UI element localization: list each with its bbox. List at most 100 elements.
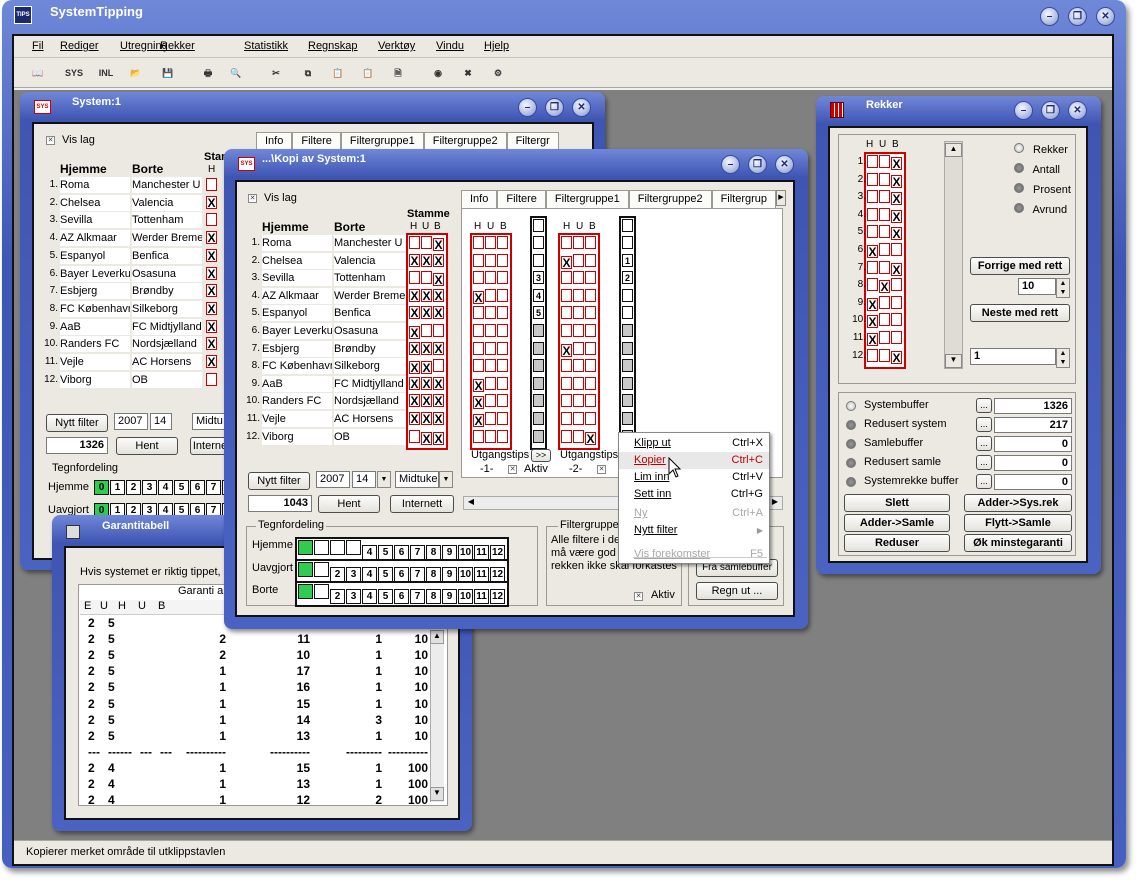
kopi-close-button[interactable]: ✕ bbox=[775, 155, 794, 174]
utg1-box[interactable] bbox=[497, 341, 508, 355]
home-team[interactable]: FC København bbox=[60, 300, 130, 317]
away-team[interactable]: Tottenham bbox=[334, 270, 406, 287]
week-field[interactable]: 14 bbox=[150, 413, 172, 430]
s1-hjemme-num-1[interactable]: 1 bbox=[110, 480, 125, 495]
away-team[interactable]: Tottenham bbox=[132, 212, 202, 229]
utg2-box[interactable] bbox=[585, 288, 596, 302]
utg1-box[interactable]: X bbox=[473, 396, 484, 410]
utg2-box[interactable] bbox=[573, 411, 584, 425]
garanti-scrollbar[interactable] bbox=[430, 630, 444, 802]
utg2-box[interactable] bbox=[573, 236, 584, 249]
kopi-tab-4[interactable]: Filtergrup bbox=[711, 190, 777, 208]
rekker-box[interactable] bbox=[867, 260, 878, 274]
stamme-box[interactable] bbox=[409, 236, 420, 249]
paste-special-icon[interactable]: 📋 bbox=[358, 64, 378, 82]
k-uavgjort-num-7[interactable]: 7 bbox=[410, 567, 425, 582]
print-preview-icon[interactable]: 🔍 bbox=[226, 64, 246, 82]
utg1-box[interactable] bbox=[473, 323, 484, 337]
stamme-box[interactable]: X bbox=[421, 361, 432, 375]
midtuke-dropdown-icon[interactable]: ▼ bbox=[439, 471, 453, 488]
k-borte-num-9[interactable]: 9 bbox=[442, 589, 457, 604]
utg1-box[interactable] bbox=[497, 236, 508, 249]
stamme-box[interactable]: X bbox=[409, 394, 420, 408]
week-dropdown-icon[interactable]: ▼ bbox=[377, 471, 391, 488]
system1-tab-3[interactable]: Filtergruppe2 bbox=[423, 132, 507, 150]
utg2-box[interactable] bbox=[573, 376, 584, 390]
delete-icon[interactable]: ✖ bbox=[458, 64, 478, 82]
k-hjemme-num-12[interactable]: 12 bbox=[490, 545, 505, 560]
rekker-box[interactable]: X bbox=[891, 209, 902, 223]
rekker-box[interactable] bbox=[879, 260, 890, 274]
utg2-box[interactable] bbox=[561, 359, 572, 373]
stamme-box[interactable] bbox=[421, 271, 432, 285]
s1-hjemme-num-7[interactable]: 7 bbox=[206, 480, 221, 495]
ctx-klipp-ut[interactable]: Klipp ut Ctrl+X bbox=[619, 435, 769, 452]
rekker-box[interactable] bbox=[879, 313, 890, 327]
stamme-box[interactable]: X bbox=[409, 288, 420, 302]
k-borte-num-3[interactable]: 3 bbox=[346, 589, 361, 604]
k-uavgjort-num-6[interactable]: 6 bbox=[394, 567, 409, 582]
ctx-sett-inn[interactable]: Sett inn Ctrl+G bbox=[619, 486, 769, 503]
away-team[interactable]: AC Horsens bbox=[132, 354, 202, 370]
utg1-box[interactable] bbox=[485, 288, 496, 302]
rekker-btn-0[interactable]: Slett bbox=[844, 494, 950, 512]
utg1-box[interactable] bbox=[485, 236, 496, 249]
stamme-box[interactable]: X bbox=[433, 288, 444, 302]
kopi-restore-button[interactable]: ❐ bbox=[748, 155, 767, 174]
rekker-btn-1[interactable]: Adder->Sys.rek bbox=[964, 494, 1072, 512]
stamme-box[interactable] bbox=[433, 359, 444, 373]
radio-dot[interactable] bbox=[1014, 143, 1024, 153]
stamme-box[interactable]: X bbox=[409, 411, 420, 425]
utg1-box[interactable] bbox=[485, 429, 496, 443]
home-team[interactable]: Chelsea bbox=[60, 194, 130, 211]
utg2-box[interactable] bbox=[561, 323, 572, 337]
utg2-box[interactable] bbox=[561, 429, 572, 443]
k-borte-num-10[interactable]: 10 bbox=[458, 589, 473, 604]
stamme-h-box[interactable] bbox=[206, 213, 217, 227]
utg2-box[interactable] bbox=[573, 394, 584, 408]
kopi-midtuke-field[interactable]: Midtuke bbox=[395, 471, 439, 488]
stamme-h-box[interactable] bbox=[206, 372, 217, 386]
k-uavgjort-num-8[interactable]: 8 bbox=[426, 567, 441, 582]
home-team[interactable]: Vejle bbox=[60, 354, 130, 370]
away-team[interactable]: Manchester U bbox=[132, 177, 202, 193]
k-hjemme-num-4[interactable]: 4 bbox=[362, 545, 377, 560]
home-team[interactable]: Viborg bbox=[60, 371, 130, 388]
stamme-box[interactable]: X bbox=[421, 253, 432, 267]
kopi-nytt-filter-button[interactable]: Nytt filter bbox=[248, 472, 310, 490]
away-team[interactable]: AC Horsens bbox=[334, 411, 406, 427]
radio-antall[interactable]: Antall bbox=[1014, 163, 1071, 183]
utg1-box[interactable]: X bbox=[473, 378, 484, 392]
rekker-box[interactable] bbox=[867, 190, 878, 204]
stamme-box[interactable]: X bbox=[409, 325, 420, 339]
home-team[interactable]: FC København bbox=[262, 358, 332, 375]
away-team[interactable]: Nordsjælland bbox=[132, 336, 202, 353]
away-team[interactable]: Silkeborg bbox=[334, 358, 406, 375]
rekker-box[interactable] bbox=[867, 155, 878, 168]
print-icon[interactable]: 🖶 bbox=[198, 64, 218, 82]
utg2-box[interactable] bbox=[573, 306, 584, 320]
away-team[interactable]: Werder Breme bbox=[132, 230, 202, 247]
utg2-box[interactable] bbox=[561, 376, 572, 390]
rekker-box[interactable]: X bbox=[867, 332, 878, 346]
toolbar-sys-button[interactable]: SYS bbox=[64, 64, 84, 82]
stamme-box[interactable] bbox=[409, 429, 420, 443]
utg1-box[interactable] bbox=[485, 376, 496, 390]
utg2-box[interactable] bbox=[585, 394, 596, 408]
utg1-box[interactable] bbox=[497, 394, 508, 408]
buffer-radio[interactable] bbox=[846, 439, 856, 449]
nytt-filter-button[interactable]: Nytt filter bbox=[46, 414, 108, 432]
rekker-box[interactable] bbox=[867, 278, 878, 292]
k-hjemme-num-10[interactable]: 10 bbox=[458, 545, 473, 560]
stamme-box[interactable]: X bbox=[409, 306, 420, 320]
utg1-box[interactable] bbox=[473, 236, 484, 249]
vis-lag-checkbox[interactable]: ✕ bbox=[46, 136, 55, 145]
home-team[interactable]: AaB bbox=[262, 375, 332, 392]
buffer-radio[interactable] bbox=[846, 458, 856, 468]
stamme-box[interactable]: X bbox=[421, 431, 432, 445]
stamme-box[interactable] bbox=[421, 323, 432, 337]
close-button[interactable]: ✕ bbox=[1096, 7, 1115, 26]
utg1-box[interactable] bbox=[473, 306, 484, 320]
buffer-select-button[interactable]: ... bbox=[976, 436, 992, 451]
utg1-box[interactable] bbox=[485, 394, 496, 408]
